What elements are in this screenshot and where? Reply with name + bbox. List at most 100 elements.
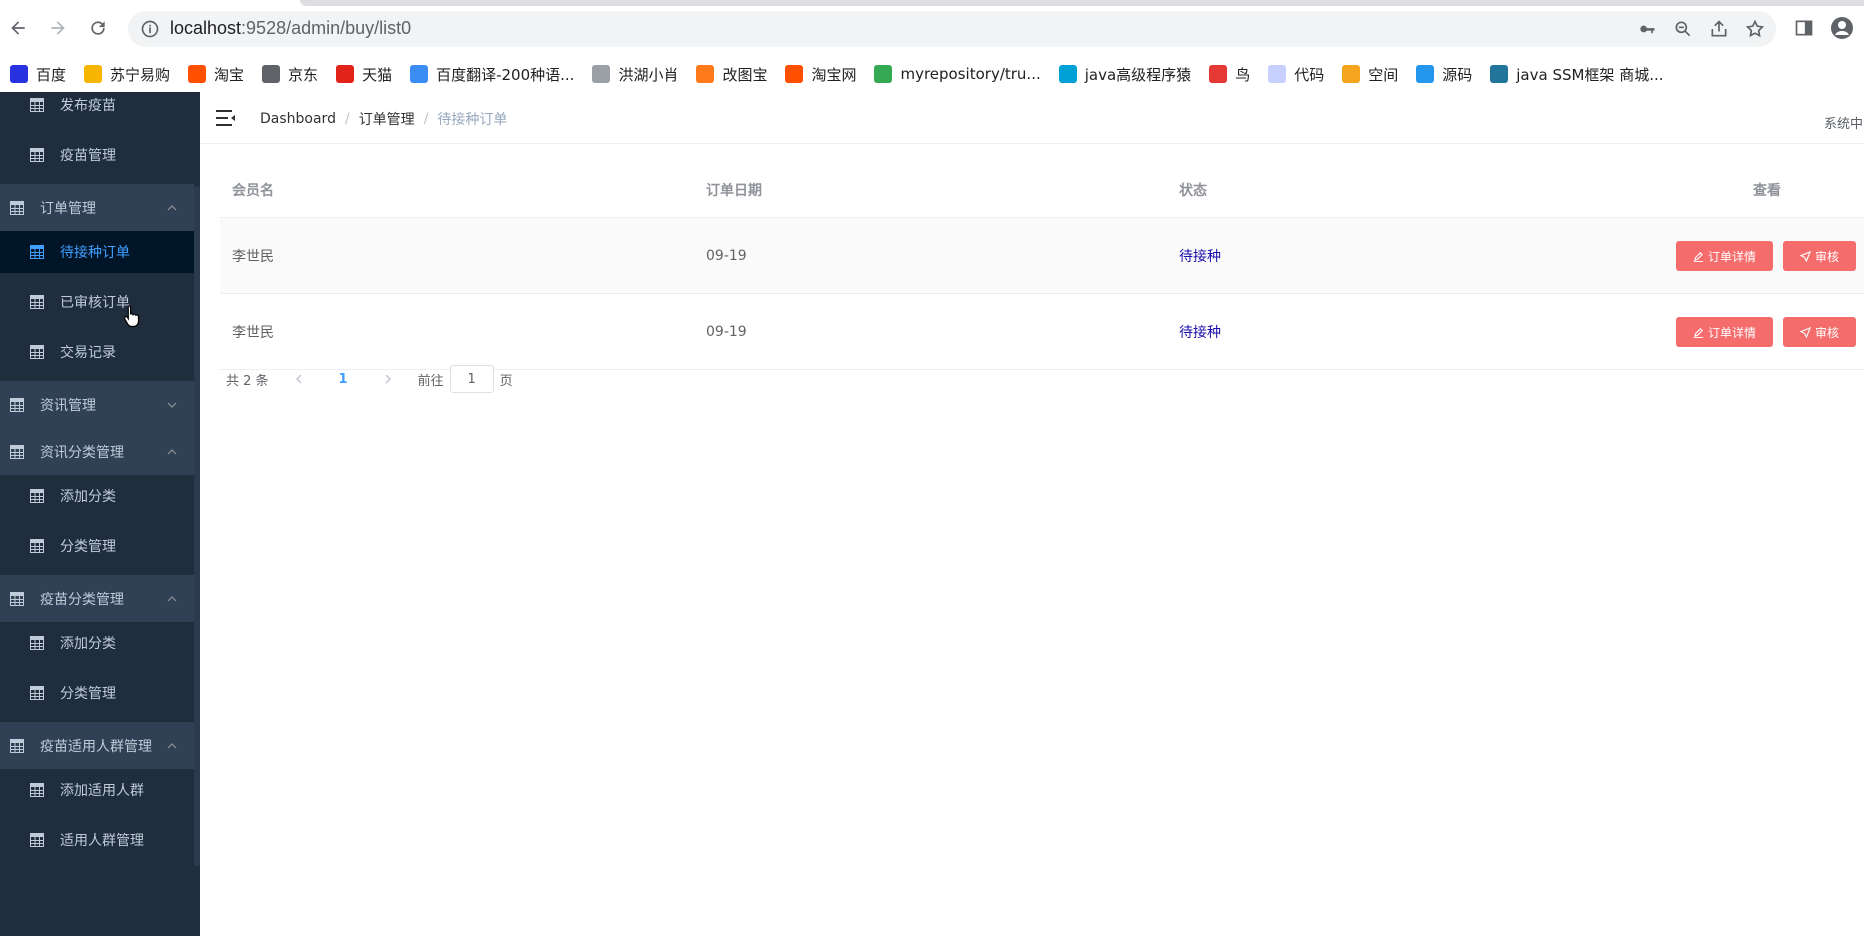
bookmark-item[interactable]: 苏宁易购 [84,60,180,88]
forward-button[interactable] [44,14,72,42]
goto-page-input[interactable] [449,365,494,393]
bookmark-item[interactable]: myrepository/tru... [874,60,1050,88]
bookmark-item[interactable]: 洪湖小肖 [592,60,688,88]
page-number[interactable]: 1 [339,372,348,387]
hamburger-icon[interactable] [216,109,236,127]
bookmark-item[interactable]: 改图宝 [696,60,777,88]
sidebar-item-label: 添加适用人群 [60,783,144,799]
bookmark-label: 代码 [1294,65,1325,84]
sidebar-item[interactable]: 订单管理 [0,184,194,231]
system-menu[interactable]: 系统中 [1824,113,1864,132]
sidebar-item-label: 疫苗分类管理 [40,591,124,608]
bookmark-item[interactable]: 鸟 [1209,60,1260,88]
back-button[interactable] [4,14,32,42]
grid-table-icon [30,636,44,650]
bookmark-item[interactable]: 天猫 [336,60,402,88]
sidebar-item-label: 订单管理 [40,200,96,217]
cell-status: 待接种 [1179,324,1221,341]
sidebar: 发布疫苗疫苗管理订单管理待接种订单已审核订单交易记录资讯管理资讯分类管理添加分类… [0,92,200,936]
bookmark-item[interactable]: 代码 [1268,60,1334,88]
sidebar-item[interactable]: 已审核订单 [0,281,194,323]
prev-page-button[interactable] [289,369,309,389]
breadcrumb-dashboard[interactable]: Dashboard [260,111,336,127]
bookmark-favicon-icon [1058,65,1077,83]
cell-status: 待接种 [1179,248,1221,265]
sidebar-item[interactable]: 资讯分类管理 [0,428,194,475]
bookmark-favicon-icon [874,65,893,83]
bookmark-item[interactable]: 淘宝网 [785,60,866,88]
address-bar[interactable]: localhost:9528/admin/buy/list0 [128,11,1776,47]
sidebar-item[interactable]: 分类管理 [0,672,194,714]
bookmark-item[interactable]: 京东 [262,60,328,88]
grid-table-icon [30,345,44,359]
sidebar-item[interactable]: 分类管理 [0,525,194,567]
sidebar-item-label: 适用人群管理 [60,833,144,849]
grid-table-icon [30,295,44,309]
audit-label: 审核 [1814,325,1839,340]
audit-label: 审核 [1814,249,1839,264]
cell-date: 09-19 [706,247,747,264]
share-icon[interactable] [1708,18,1730,40]
sidebar-item[interactable]: 添加分类 [0,622,194,664]
chevron-left-icon [295,374,302,384]
grid-table-icon [30,833,44,847]
bookmark-label: 京东 [288,65,319,84]
reload-button[interactable] [84,14,112,42]
key-icon[interactable] [1636,18,1658,40]
sidebar-item-label: 分类管理 [60,539,116,555]
order-detail-button[interactable]: 订单详情 [1676,241,1773,271]
send-icon [1799,250,1811,262]
bookmark-favicon-icon [1342,65,1361,83]
bookmark-label: 源码 [1442,65,1473,84]
audit-button[interactable]: 审核 [1783,241,1856,271]
chevron-right-icon [385,374,391,384]
goto-prefix: 前往 [417,373,444,389]
send-icon [1799,326,1811,338]
bookmark-item[interactable]: 百度 [10,60,76,88]
bookmark-favicon-icon [84,65,103,83]
bookmark-item[interactable]: 空间 [1342,60,1408,88]
sidebar-item[interactable]: 疫苗适用人群管理 [0,722,194,769]
audit-button[interactable]: 审核 [1783,317,1856,347]
sidebar-item[interactable]: 发布疫苗 [0,92,194,126]
sidebar-item[interactable]: 资讯管理 [0,381,194,428]
arrow-right-icon [51,21,65,35]
bookmark-label: 鸟 [1235,65,1251,84]
breadcrumb-separator: / [344,111,350,127]
bookmark-item[interactable]: java高级程序猿 [1058,60,1201,88]
bookmark-label: java高级程序猿 [1084,65,1192,84]
star-icon[interactable] [1744,18,1766,40]
header-view: 查看 [1753,182,1781,199]
hand-cursor-icon [123,305,140,328]
side-panel-button[interactable] [1790,14,1818,42]
info-icon[interactable] [140,19,160,39]
grid-table-icon [30,245,44,259]
next-page-button[interactable] [378,369,398,389]
grid-table-icon [30,489,44,503]
order-detail-button[interactable]: 订单详情 [1676,317,1773,347]
bookmark-item[interactable]: 源码 [1416,60,1482,88]
sidebar-item[interactable]: 添加适用人群 [0,769,194,811]
breadcrumb-order-management[interactable]: 订单管理 [359,109,415,129]
grid-table-icon [10,738,24,753]
bookmark-item[interactable]: 淘宝 [188,60,254,88]
zoom-icon[interactable] [1672,18,1694,40]
url-text[interactable]: localhost:9528/admin/buy/list0 [170,18,411,39]
sidebar-item-label: 资讯分类管理 [40,444,124,461]
profile-button[interactable] [1828,14,1856,42]
bookmark-favicon-icon [785,65,804,83]
sidebar-item[interactable]: 疫苗管理 [0,134,194,176]
sidebar-item-label: 已审核订单 [60,295,130,311]
grid-table-icon [10,200,24,215]
bookmark-favicon-icon [10,65,28,83]
sidebar-item[interactable]: 疫苗分类管理 [0,575,194,622]
bookmark-item[interactable]: java SSM框架 商城... [1490,60,1673,88]
sidebar-item[interactable]: 待接种订单 [0,231,194,273]
bookmark-label: 百度翻译-200种语... [436,65,575,84]
sidebar-item[interactable]: 适用人群管理 [0,819,194,861]
sidebar-item[interactable]: 添加分类 [0,475,194,517]
arrow-left-icon [11,21,25,35]
bookmark-item[interactable]: 百度翻译-200种语... [410,60,584,88]
bookmark-label: 淘宝 [214,65,245,84]
sidebar-item[interactable]: 交易记录 [0,331,194,373]
